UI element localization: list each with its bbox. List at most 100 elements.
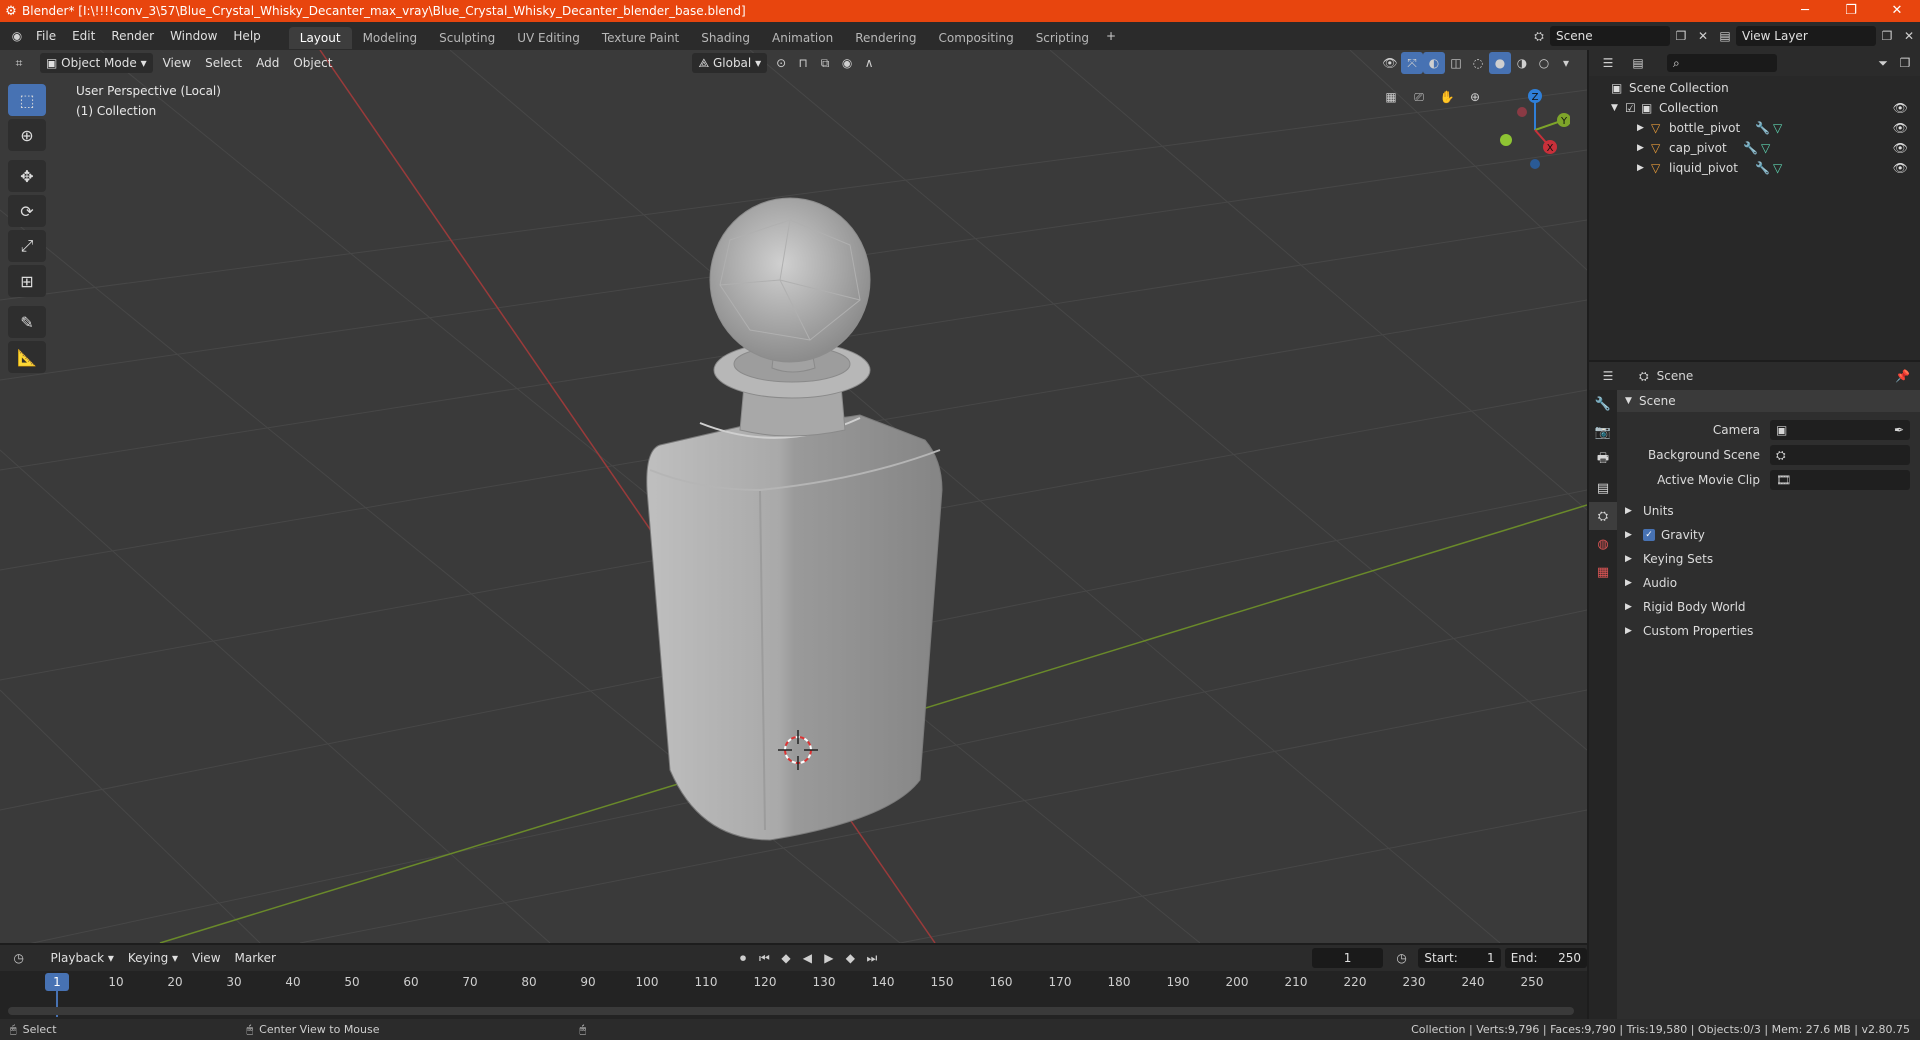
units-panel[interactable]: ▶ Units	[1617, 500, 1920, 522]
tab-modeling[interactable]: Modeling	[352, 27, 429, 49]
playback-menu[interactable]: Playback ▾	[43, 947, 120, 969]
scene-icon[interactable]: ⛭	[1528, 25, 1550, 47]
keying-sets-panel[interactable]: ▶ Keying Sets	[1617, 548, 1920, 570]
editor-type-icon[interactable]: ⌗	[8, 52, 30, 74]
proportional-edit-icon[interactable]: ◉	[836, 52, 858, 74]
tab-animation[interactable]: Animation	[761, 27, 844, 49]
marker-menu[interactable]: Marker	[228, 947, 283, 969]
measure-tool[interactable]: 📐	[8, 341, 46, 373]
maximize-button[interactable]: ❐	[1828, 0, 1874, 22]
end-frame-field[interactable]: End: 250	[1504, 948, 1587, 968]
add-workspace-icon[interactable]: +	[1100, 25, 1122, 47]
modifier-icon[interactable]: 🔧	[1755, 161, 1773, 175]
expand-arrow-icon[interactable]: ▶	[1637, 123, 1651, 133]
start-frame-field[interactable]: Start: 1	[1418, 948, 1501, 968]
solid-shading-icon[interactable]: ●	[1489, 52, 1511, 74]
record-icon[interactable]: ⏺	[732, 947, 753, 969]
cursor-tool[interactable]: ⊕	[8, 119, 46, 151]
timeline-area[interactable]: 1 10 20 30 40 50 60 70 80 90 100 110 120 130 140 150 160…	[0, 971, 1587, 1019]
navigation-gizmo[interactable]: Z Y X	[1480, 82, 1570, 172]
modifier-icon[interactable]: 🔧	[1743, 141, 1761, 155]
scene-field[interactable]: Scene	[1550, 26, 1670, 46]
audio-panel[interactable]: ▶ Audio	[1617, 572, 1920, 594]
rendered-shading-icon[interactable]: ○	[1533, 52, 1555, 74]
tab-shading[interactable]: Shading	[690, 27, 761, 49]
new-collection-icon[interactable]: ❐	[1894, 52, 1916, 74]
wireframe-shading-icon[interactable]: ◌	[1467, 52, 1489, 74]
shading-options-icon[interactable]: ▾	[1555, 52, 1577, 74]
timeline-editor-type-icon[interactable]: ◷	[8, 947, 29, 969]
menu-select[interactable]: Select	[198, 52, 249, 74]
expand-arrow-icon[interactable]: ▶	[1637, 143, 1651, 153]
pin-icon[interactable]: 📌	[1895, 369, 1910, 383]
current-frame-field[interactable]: 1	[1312, 948, 1383, 968]
transform-orientation-dropdown[interactable]: ⟁ Global ▾	[692, 53, 768, 73]
menu-add[interactable]: Add	[249, 52, 286, 74]
new-scene-icon[interactable]: ❐	[1670, 25, 1692, 47]
overlay-toggle-icon[interactable]: ◐	[1423, 52, 1445, 74]
timeline-view-menu[interactable]: View	[185, 947, 227, 969]
mode-dropdown[interactable]: ▣ Object Mode ▾	[40, 53, 153, 73]
play-icon[interactable]: ▶	[818, 947, 839, 969]
eyedropper-icon[interactable]: ✒	[1894, 423, 1904, 437]
menu-edit[interactable]: Edit	[64, 22, 103, 50]
preview-range-icon[interactable]: ◷	[1391, 947, 1412, 969]
transform-tool[interactable]: ⊞	[8, 265, 46, 297]
close-button[interactable]: ✕	[1874, 0, 1920, 22]
menu-object[interactable]: Object	[286, 52, 339, 74]
custom-properties-panel[interactable]: ▶ Custom Properties	[1617, 620, 1920, 642]
expand-arrow-icon[interactable]: ▼	[1611, 103, 1625, 113]
view-layer-icon[interactable]: ▤	[1714, 25, 1736, 47]
jump-start-icon[interactable]: ⏮	[754, 947, 775, 969]
outliner-editor-type-icon[interactable]: ☰	[1597, 52, 1619, 74]
outliner-collection-row[interactable]: ▼ ☑ ▣ Collection 👁	[1589, 98, 1920, 118]
tool-tab-icon[interactable]: 🔧	[1589, 390, 1617, 418]
gravity-panel[interactable]: ▶ ✓ Gravity	[1617, 524, 1920, 546]
falloff-icon[interactable]: ∧	[858, 52, 880, 74]
delete-view-layer-icon[interactable]: ✕	[1898, 25, 1920, 47]
visibility-icon[interactable]: 👁	[1379, 52, 1401, 74]
filter-icon[interactable]: ⏷	[1872, 52, 1894, 74]
3d-viewport[interactable]: User Perspective (Local) (1) Collection …	[0, 50, 1587, 943]
background-scene-field[interactable]: ⛭	[1770, 445, 1910, 465]
properties-editor-type-icon[interactable]: ☰	[1597, 365, 1619, 387]
pan-hand-icon[interactable]: ✋	[1436, 86, 1458, 108]
menu-render[interactable]: Render	[103, 22, 162, 50]
annotate-tool[interactable]: ✎	[8, 306, 46, 338]
collection-checkbox[interactable]: ☑	[1625, 101, 1641, 115]
tab-compositing[interactable]: Compositing	[927, 27, 1024, 49]
menu-help[interactable]: Help	[225, 22, 268, 50]
pivot-icon[interactable]: ⊙	[770, 52, 792, 74]
visibility-eye-icon[interactable]: 👁	[1893, 161, 1908, 175]
gizmo-toggle-icon[interactable]: ⤧	[1401, 52, 1423, 74]
view-layer-field[interactable]: View Layer	[1736, 26, 1876, 46]
tab-texture-paint[interactable]: Texture Paint	[591, 27, 690, 49]
menu-window[interactable]: Window	[162, 22, 225, 50]
camera-field[interactable]: ▣ ✒	[1770, 420, 1910, 440]
tab-sculpting[interactable]: Sculpting	[428, 27, 506, 49]
blender-menu-icon[interactable]: ◉	[6, 25, 28, 47]
expand-arrow-icon[interactable]: ▶	[1637, 163, 1651, 173]
scale-tool[interactable]: ⤢	[8, 230, 46, 262]
snap-target-icon[interactable]: ⧉	[814, 52, 836, 74]
play-reverse-icon[interactable]: ◀	[797, 947, 818, 969]
tab-rendering[interactable]: Rendering	[844, 27, 927, 49]
zoom-icon[interactable]: ⊕	[1464, 86, 1486, 108]
camera-view-icon[interactable]: ⎚	[1408, 86, 1430, 108]
rotate-tool[interactable]: ⟳	[8, 195, 46, 227]
snap-icon[interactable]: ⊓	[792, 52, 814, 74]
render-tab-icon[interactable]: 📷	[1589, 418, 1617, 446]
outliner-object-row[interactable]: ▶ ▽ liquid_pivot 🔧 ▽ 👁	[1589, 158, 1920, 178]
outliner-search-input[interactable]: ⌕	[1667, 54, 1777, 72]
outliner-object-row[interactable]: ▶ ▽ cap_pivot 🔧 ▽ 👁	[1589, 138, 1920, 158]
scene-panel-header[interactable]: ▼ Scene	[1617, 390, 1920, 412]
display-mode-icon[interactable]: ▤	[1627, 52, 1649, 74]
gravity-checkbox[interactable]: ✓	[1643, 529, 1655, 541]
visibility-eye-icon[interactable]: 👁	[1893, 141, 1908, 155]
rigid-body-world-panel[interactable]: ▶ Rigid Body World	[1617, 596, 1920, 618]
xray-icon[interactable]: ◫	[1445, 52, 1467, 74]
keying-menu[interactable]: Keying ▾	[121, 947, 185, 969]
minimize-button[interactable]: ─	[1782, 0, 1828, 22]
tab-layout[interactable]: Layout	[288, 26, 352, 49]
outliner-scene-collection[interactable]: ▣ Scene Collection	[1589, 78, 1920, 98]
